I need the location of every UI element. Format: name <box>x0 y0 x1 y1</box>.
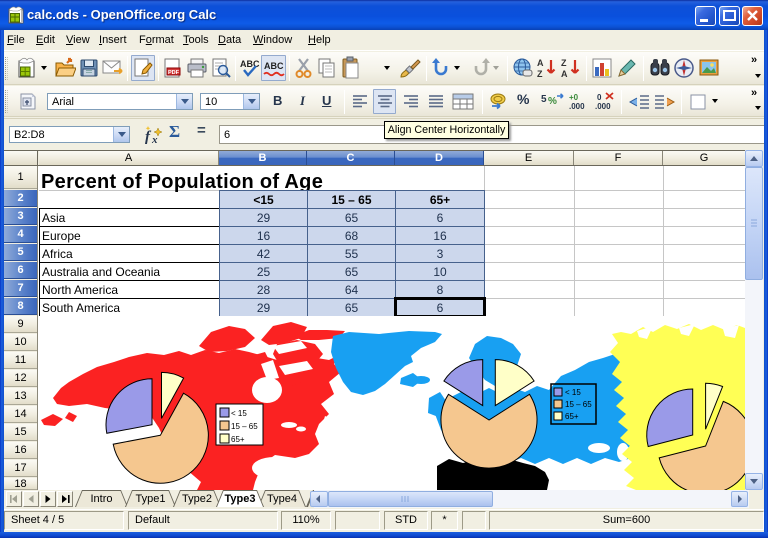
svg-text:A: A <box>561 69 568 79</box>
svg-text:15 – 65: 15 – 65 <box>565 400 592 409</box>
svg-text:.000: .000 <box>569 102 585 111</box>
svg-text:65+: 65+ <box>231 435 245 444</box>
svg-text:x: x <box>151 134 158 145</box>
svg-text:0: 0 <box>597 93 602 102</box>
svg-text:ABC: ABC <box>264 61 284 71</box>
svg-text:.000: .000 <box>595 102 611 111</box>
svg-text:< 15: < 15 <box>231 409 247 418</box>
svg-text:A: A <box>537 58 544 68</box>
svg-text:PDF: PDF <box>168 70 180 76</box>
svg-text:Z: Z <box>537 69 543 79</box>
svg-text:+0: +0 <box>569 93 579 102</box>
svg-text:ABC: ABC <box>240 59 260 69</box>
svg-text:< 15: < 15 <box>565 388 581 397</box>
svg-text:Z: Z <box>561 58 567 68</box>
svg-text:f: f <box>145 129 152 145</box>
svg-text:%: % <box>548 96 557 107</box>
svg-text:5: 5 <box>541 94 547 105</box>
svg-text:15 – 65: 15 – 65 <box>231 422 258 431</box>
svg-text:65+: 65+ <box>565 412 579 421</box>
